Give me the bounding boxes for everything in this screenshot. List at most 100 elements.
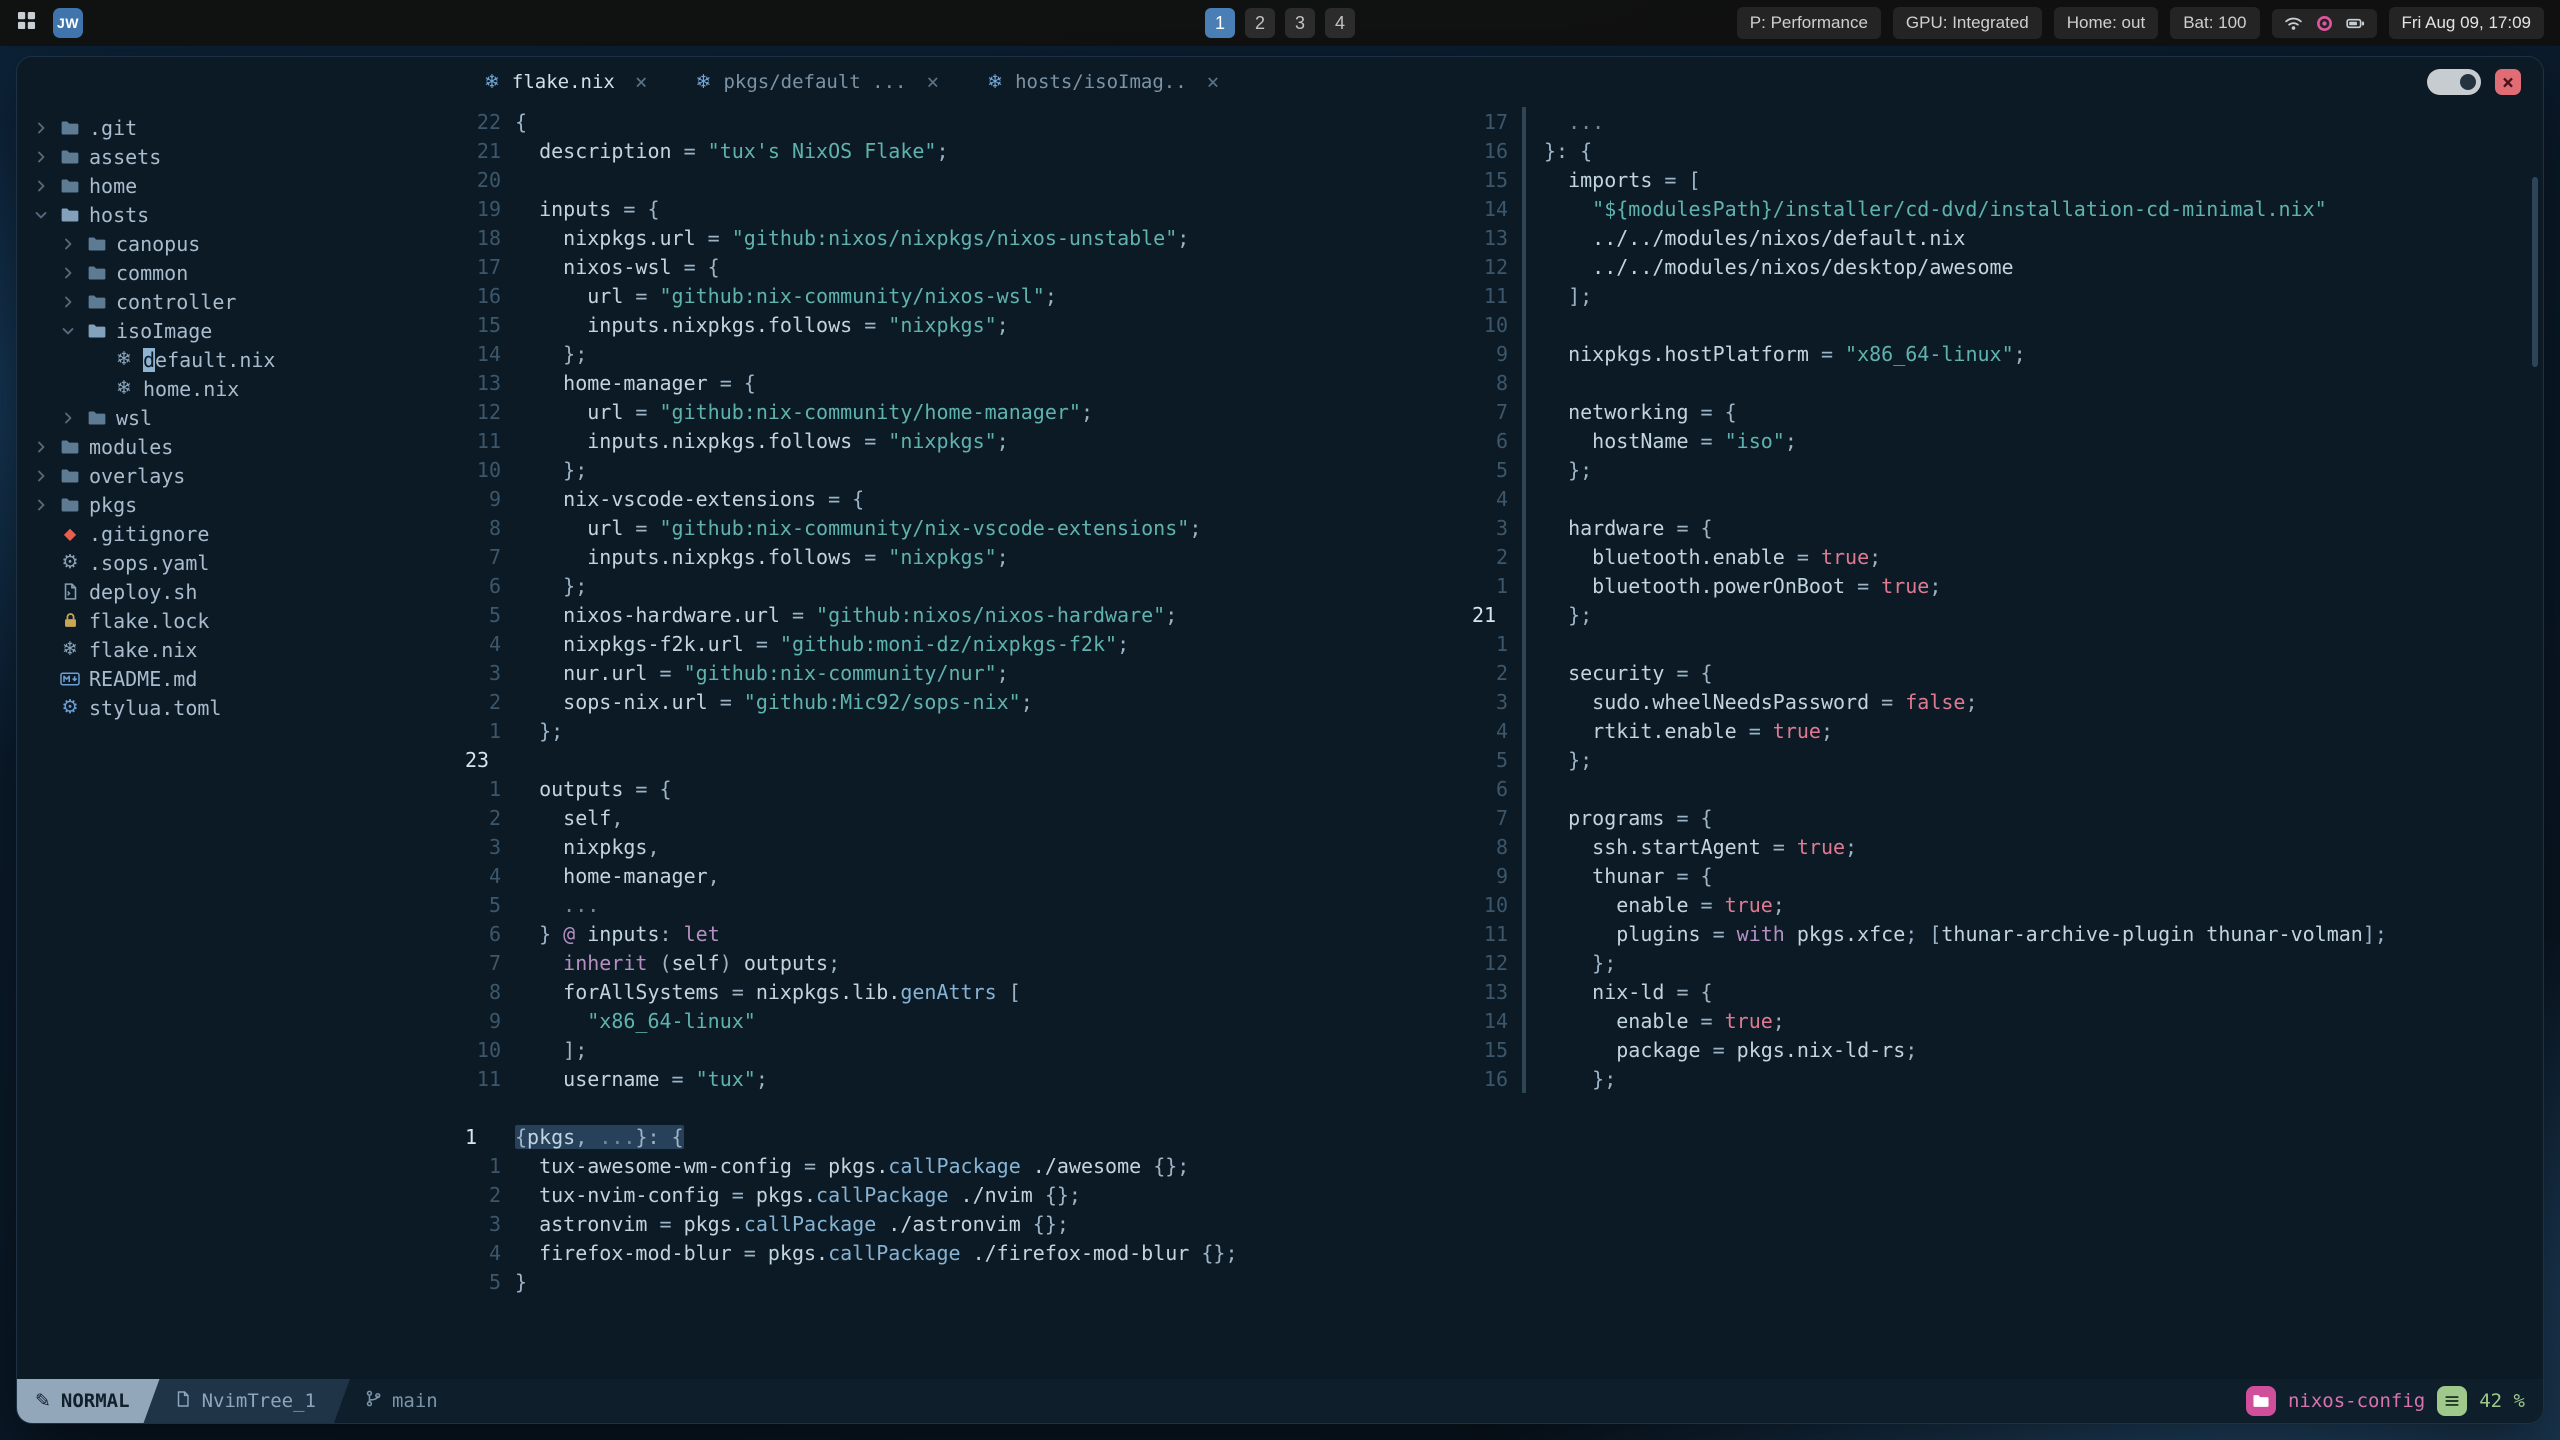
line-number: 8: [488, 979, 501, 1004]
line-number: 16: [476, 283, 501, 308]
token: callPackage: [828, 1240, 961, 1265]
token: pkgs: [527, 1124, 576, 1149]
code-line: 6 };: [460, 571, 1467, 600]
line-number: 12: [1483, 950, 1508, 975]
token: {};: [1044, 1182, 1081, 1207]
code-text: {pkgs, ...}: {: [515, 1124, 684, 1149]
token: true: [1881, 573, 1930, 598]
code-line: 2 self,: [460, 803, 1467, 832]
tree-item-wsl[interactable]: wsl: [17, 403, 460, 432]
tree-item-assets[interactable]: assets: [17, 142, 460, 171]
line-number: 3: [1495, 689, 1508, 714]
line-number: 3: [1495, 515, 1508, 540]
tree-item-label: .sops.yaml: [89, 550, 210, 575]
token: inputs.nixpkgs.follows: [515, 428, 853, 453]
tree-item-isoImage[interactable]: isoImage: [17, 316, 460, 345]
folder-icon: [85, 234, 109, 254]
line-number: 2: [488, 1182, 501, 1207]
code-line: 15 package = pkgs.nix-ld-rs;: [1467, 1035, 2543, 1064]
line-number: 14: [1483, 1008, 1508, 1033]
code-text: };: [1544, 458, 1592, 482]
token: pkgs.: [683, 1211, 744, 1236]
tree-item-modules[interactable]: modules: [17, 432, 460, 461]
folder-icon: [85, 408, 109, 428]
window-close-button[interactable]: ×: [2495, 69, 2521, 95]
tree-item-README.md[interactable]: README.md: [17, 664, 460, 693]
editor-pane-flake[interactable]: 22{21 description = "tux's NixOS Flake";…: [460, 107, 1467, 1093]
token: =: [852, 544, 889, 569]
workspace-button-3[interactable]: 3: [1285, 8, 1315, 38]
editor-pane-pkgs[interactable]: 1 {pkgs, ...}: {1 tux-awesome-wm-config =…: [460, 1122, 1467, 1379]
token: = {: [707, 370, 756, 395]
workspace-button-4[interactable]: 4: [1325, 8, 1355, 38]
tree-item-home.nix[interactable]: ❄ home.nix: [17, 374, 460, 403]
line-number: 16: [1483, 1066, 1508, 1091]
code-text: thunar = {: [1544, 864, 1712, 888]
workspace-button-1[interactable]: 1: [1205, 8, 1235, 38]
tree-item-.sops.yaml[interactable]: ⚙ .sops.yaml: [17, 548, 460, 577]
token: }: [515, 921, 564, 946]
token: =: [1784, 544, 1821, 569]
code-text: firefox-mod-blur = pkgs.callPackage ./fi…: [515, 1240, 1237, 1265]
line-number: 9: [1495, 341, 1508, 366]
tree-item-flake.lock[interactable]: flake.lock: [17, 606, 460, 635]
tab-close-icon[interactable]: ×: [926, 70, 939, 94]
apps-grid-icon[interactable]: [16, 10, 37, 37]
code-text: url = "github:nix-community/nixos-wsl";: [515, 284, 1057, 308]
tree-item-.gitignore[interactable]: ◆ .gitignore: [17, 519, 460, 548]
token: nixos-hardware.url: [515, 602, 780, 627]
code-text: nixos-wsl = {: [515, 255, 720, 279]
token: = {: [1664, 805, 1713, 830]
gear-blue-icon: ⚙: [61, 696, 79, 718]
code-text: }: {: [1544, 139, 1592, 163]
statuscolumn-border: [1522, 513, 1526, 542]
tree-item-pkgs[interactable]: pkgs: [17, 490, 460, 519]
token: = {: [611, 196, 660, 221]
branch-icon: [364, 1389, 383, 1413]
tab-hosts-isoImag..[interactable]: ❄ hosts/isoImag.. ×: [963, 57, 1243, 107]
token: ./awesome: [1020, 1153, 1154, 1178]
folder-icon: [58, 495, 82, 515]
code-line: 20: [460, 165, 1467, 194]
token: true: [1724, 1008, 1773, 1033]
editor-pane-iso[interactable]: 17 ... 16}: {15 imports = [14 "${modulesP…: [1467, 107, 2543, 1379]
workspace-button-2[interactable]: 2: [1245, 8, 1275, 38]
token: ;: [1929, 573, 1942, 598]
tree-item-stylua.toml[interactable]: ⚙ stylua.toml: [17, 693, 460, 722]
scrollbar-thumb[interactable]: [2532, 177, 2538, 367]
code-text: bluetooth.enable = true;: [1544, 545, 1881, 569]
tree-item-.git[interactable]: .git: [17, 113, 460, 142]
token: true: [1796, 834, 1846, 859]
statuscolumn-border: [1522, 223, 1526, 252]
line-number: 10: [476, 457, 501, 482]
token: pkgs.: [767, 1240, 829, 1265]
tab-close-icon[interactable]: ×: [1207, 70, 1220, 94]
tree-item-deploy.sh[interactable]: deploy.sh: [17, 577, 460, 606]
tree-item-canopus[interactable]: canopus: [17, 229, 460, 258]
code-line: 11 plugins = with pkgs.xfce; [thunar-arc…: [1467, 919, 2543, 948]
tree-item-overlays[interactable]: overlays: [17, 461, 460, 490]
tree-item-common[interactable]: common: [17, 258, 460, 287]
tree-item-flake.nix[interactable]: ❄ flake.nix: [17, 635, 460, 664]
tab-flake.nix[interactable]: ❄ flake.nix ×: [460, 57, 672, 107]
token: :: [659, 921, 684, 946]
code-text: nix-vscode-extensions = {: [515, 487, 864, 511]
token: programs: [1544, 805, 1665, 830]
token: rtkit.enable: [1544, 718, 1737, 743]
tab-pkgs-default-...[interactable]: ❄ pkgs/default ... ×: [672, 57, 964, 107]
statuscolumn-border: [1522, 948, 1526, 977]
tree-item-controller[interactable]: controller: [17, 287, 460, 316]
line-number: 1: [1495, 631, 1508, 656]
toggle-button[interactable]: [2427, 69, 2481, 95]
tab-close-icon[interactable]: ×: [635, 70, 648, 94]
statuscolumn-border: [1522, 542, 1526, 571]
folder-open-icon: [58, 205, 82, 225]
code-text: inputs.nixpkgs.follows = "nixpkgs";: [515, 428, 1008, 453]
toggle-knob: [2460, 74, 2476, 90]
statuscolumn-border: [1522, 310, 1526, 339]
code-line: 23: [460, 745, 1467, 774]
tree-item-hosts[interactable]: hosts: [17, 200, 460, 229]
code-line: 4 rtkit.enable = true;: [1467, 716, 2543, 745]
tree-item-default.nix[interactable]: ❄ default.nix: [17, 345, 460, 374]
tree-item-home[interactable]: home: [17, 171, 460, 200]
